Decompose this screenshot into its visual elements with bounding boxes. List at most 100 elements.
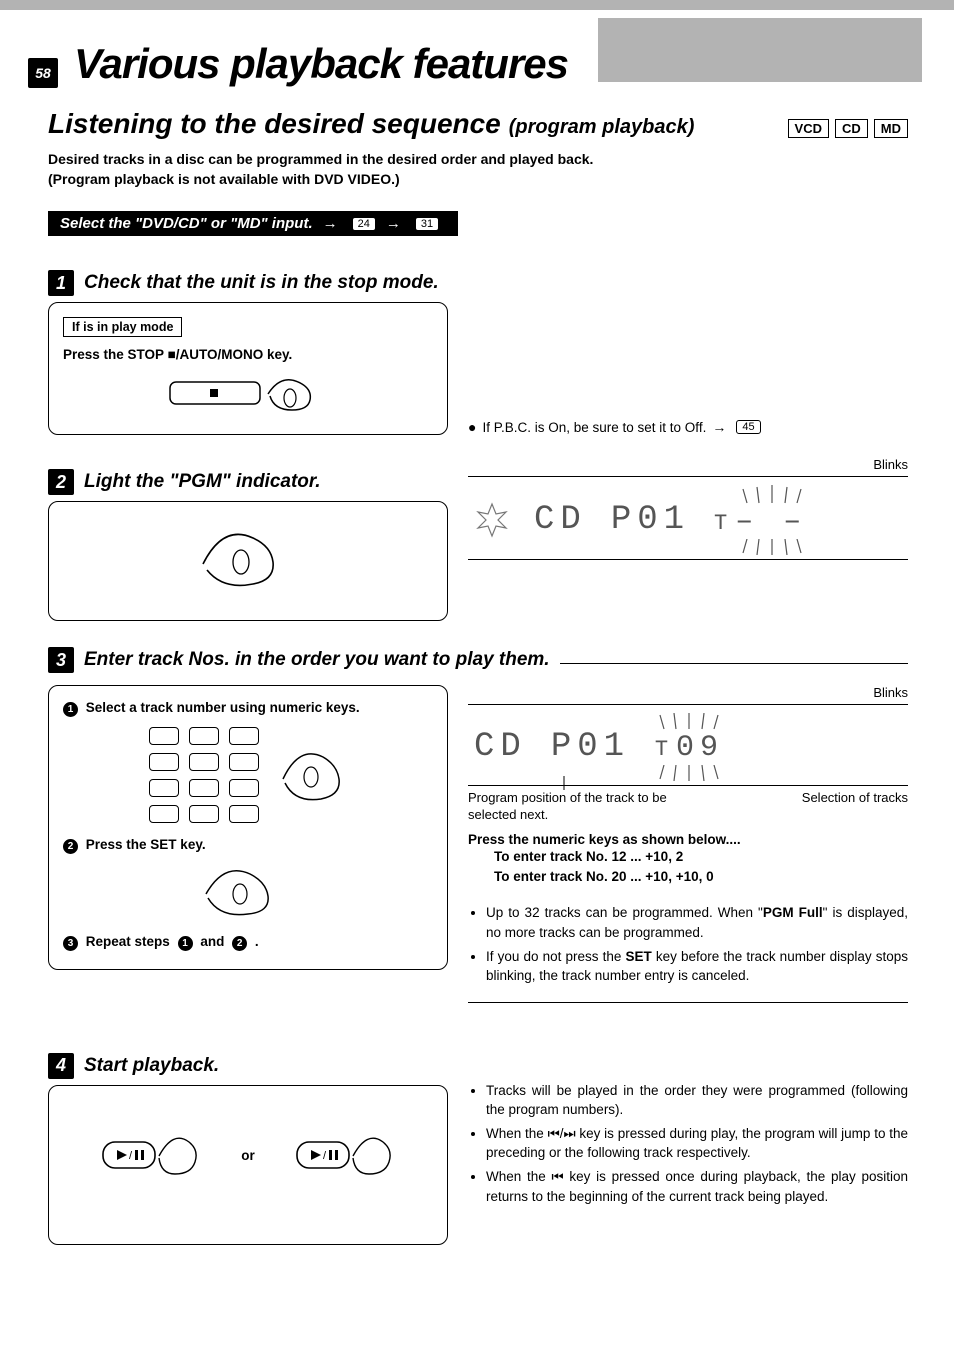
caption-program-position: Program position of the track to be sele… bbox=[468, 790, 667, 822]
play-buttons-row: / or / bbox=[63, 1128, 433, 1184]
set-key-illustration bbox=[63, 864, 433, 920]
select-input-bar: Select the "DVD/CD" or "MD" input. → 24 … bbox=[48, 211, 458, 236]
display-p01: P01 bbox=[611, 501, 690, 539]
step3-sub3-a: Repeat steps bbox=[86, 934, 170, 949]
svg-text:/: / bbox=[129, 1150, 133, 1162]
section-title: Listening to the desired sequence bbox=[48, 108, 501, 140]
display-t-char: T bbox=[714, 511, 733, 536]
page-ref-24: 24 bbox=[352, 217, 376, 231]
caption-selection: Selection of tracks bbox=[802, 790, 908, 824]
intro-line-2: (Program playback is not available with … bbox=[48, 170, 908, 190]
step3-notes: Up to 32 tracks can be programmed. When … bbox=[468, 903, 908, 985]
stop-button-illustration bbox=[63, 372, 433, 416]
step3-sub3-b: and bbox=[200, 934, 224, 949]
page-ref-45: 45 bbox=[736, 420, 760, 434]
step3-leader-line bbox=[560, 663, 908, 664]
page-header: 58 Various playback features bbox=[0, 18, 954, 88]
step4-head: 4 Start playback. bbox=[48, 1053, 448, 1079]
page-ref-31: 31 bbox=[415, 217, 439, 231]
step3-title: Enter track Nos. in the order you want t… bbox=[84, 649, 550, 671]
format-badges: VCD CD MD bbox=[788, 119, 908, 138]
star-blink-icon bbox=[474, 502, 510, 538]
press-keys-lines: To enter track No. 12 ... +10, 2 To ente… bbox=[468, 847, 908, 888]
step2-box bbox=[48, 501, 448, 621]
display-t-char: T bbox=[655, 737, 674, 762]
step1-box: If is in play mode Press the STOP ■/AUTO… bbox=[48, 302, 448, 435]
blink-rays-icon bbox=[737, 485, 807, 505]
step4-note-3: When the ⏮ key is pressed once during pl… bbox=[486, 1167, 908, 1206]
display-panel-2: CD P01 T 09 bbox=[468, 704, 908, 786]
arrow-icon: → bbox=[323, 215, 338, 232]
circled-1-icon: 1 bbox=[178, 936, 193, 951]
step4-box: / or / bbox=[48, 1085, 448, 1245]
step2-row: 2 Light the "PGM" indicator. Blinks CD P… bbox=[48, 451, 908, 621]
hand-press-illustration bbox=[193, 524, 303, 594]
display-captions: Program position of the track to be sele… bbox=[468, 790, 908, 824]
press-keys-title: Press the numeric keys as shown below...… bbox=[468, 832, 908, 847]
blinks-label: Blinks bbox=[468, 685, 908, 700]
display-dashes: – – bbox=[735, 505, 807, 539]
note-set-key: If you do not press the SET key before t… bbox=[486, 947, 908, 986]
step3-sub1: 1 Select a track number using numeric ke… bbox=[63, 700, 433, 717]
step2-head: 2 Light the "PGM" indicator. bbox=[48, 469, 448, 495]
step4-note-1: Tracks will be played in the order they … bbox=[486, 1081, 908, 1120]
select-input-text: Select the "DVD/CD" or "MD" input. bbox=[60, 215, 313, 232]
step4-title: Start playback. bbox=[84, 1055, 219, 1077]
step3-sub3: 3 Repeat steps 1 and 2 . bbox=[63, 934, 433, 951]
numeric-keypad-icon bbox=[149, 727, 259, 823]
blink-rays-icon bbox=[654, 713, 724, 731]
step4-row: 4 Start playback. / or bbox=[48, 1035, 908, 1245]
step1-head: 1 Check that the unit is in the stop mod… bbox=[48, 270, 448, 296]
keypad-illustration bbox=[63, 727, 433, 823]
display-cd: CD bbox=[474, 728, 527, 766]
play-mode-label: If is in play mode bbox=[63, 317, 182, 337]
display-panel-1: CD P01 T – – bbox=[468, 476, 908, 560]
section-title-row: Listening to the desired sequence (progr… bbox=[48, 108, 908, 140]
top-gray-band bbox=[0, 0, 954, 10]
step2-title: Light the "PGM" indicator. bbox=[84, 471, 321, 493]
hand-press-illustration bbox=[277, 745, 347, 805]
note-pgm-full: Up to 32 tracks can be programmed. When … bbox=[486, 903, 908, 942]
step4-note-2: When the ⏮/⏭ key is pressed during play,… bbox=[486, 1124, 908, 1163]
step3-sub1-text: Select a track number using numeric keys… bbox=[86, 700, 360, 715]
display-p01: P01 bbox=[551, 728, 630, 766]
badge-cd: CD bbox=[835, 119, 868, 138]
step1-title: Check that the unit is in the stop mode. bbox=[84, 272, 439, 294]
arrow-icon: → bbox=[386, 215, 401, 232]
play-pause-button-illustration: / bbox=[101, 1128, 201, 1184]
circled-1-icon: 1 bbox=[63, 702, 78, 717]
step1-row: 1 Check that the unit is in the stop mod… bbox=[48, 252, 908, 435]
step3-head: 3 Enter track Nos. in the order you want… bbox=[48, 647, 908, 673]
step3-sub3-c: . bbox=[255, 934, 259, 949]
blinks-label: Blinks bbox=[468, 457, 908, 472]
section-subtitle: (program playback) bbox=[509, 116, 695, 139]
step1-instruction: Press the STOP ■/AUTO/MONO key. bbox=[63, 347, 433, 362]
step3-row: 1 Select a track number using numeric ke… bbox=[48, 679, 908, 1019]
step3-sub2: 2 Press the SET key. bbox=[63, 837, 433, 854]
page-content: Application section Listening to the des… bbox=[0, 88, 954, 1265]
intro-line-1: Desired tracks in a disc can be programm… bbox=[48, 150, 908, 170]
divider bbox=[468, 1002, 908, 1003]
page-title: Various playback features bbox=[74, 40, 568, 88]
step-number-1: 1 bbox=[48, 270, 74, 296]
header-gray-band bbox=[598, 18, 922, 82]
arrow-icon: → bbox=[712, 419, 726, 435]
badge-vcd: VCD bbox=[788, 119, 829, 138]
circled-2-icon: 2 bbox=[232, 936, 247, 951]
step-number-3: 3 bbox=[48, 647, 74, 673]
badge-md: MD bbox=[874, 119, 908, 138]
step3-sub2-text: Press the SET key. bbox=[86, 837, 206, 852]
or-label: or bbox=[241, 1148, 255, 1163]
step3-box: 1 Select a track number using numeric ke… bbox=[48, 685, 448, 970]
pbc-text: If P.B.C. is On, be sure to set it to Of… bbox=[482, 420, 706, 435]
play-pause-button-illustration: / bbox=[295, 1128, 395, 1184]
intro-text: Desired tracks in a disc can be programm… bbox=[48, 150, 908, 189]
circled-2-icon: 2 bbox=[63, 839, 78, 854]
step-number-4: 4 bbox=[48, 1053, 74, 1079]
step-number-2: 2 bbox=[48, 469, 74, 495]
page-number-badge: 58 bbox=[28, 58, 58, 88]
pointer-line-icon bbox=[558, 776, 570, 790]
pbc-note: ● If P.B.C. is On, be sure to set it to … bbox=[468, 419, 761, 435]
circled-3-icon: 3 bbox=[63, 936, 78, 951]
press-line-1: To enter track No. 12 ... +10, 2 bbox=[494, 847, 908, 867]
